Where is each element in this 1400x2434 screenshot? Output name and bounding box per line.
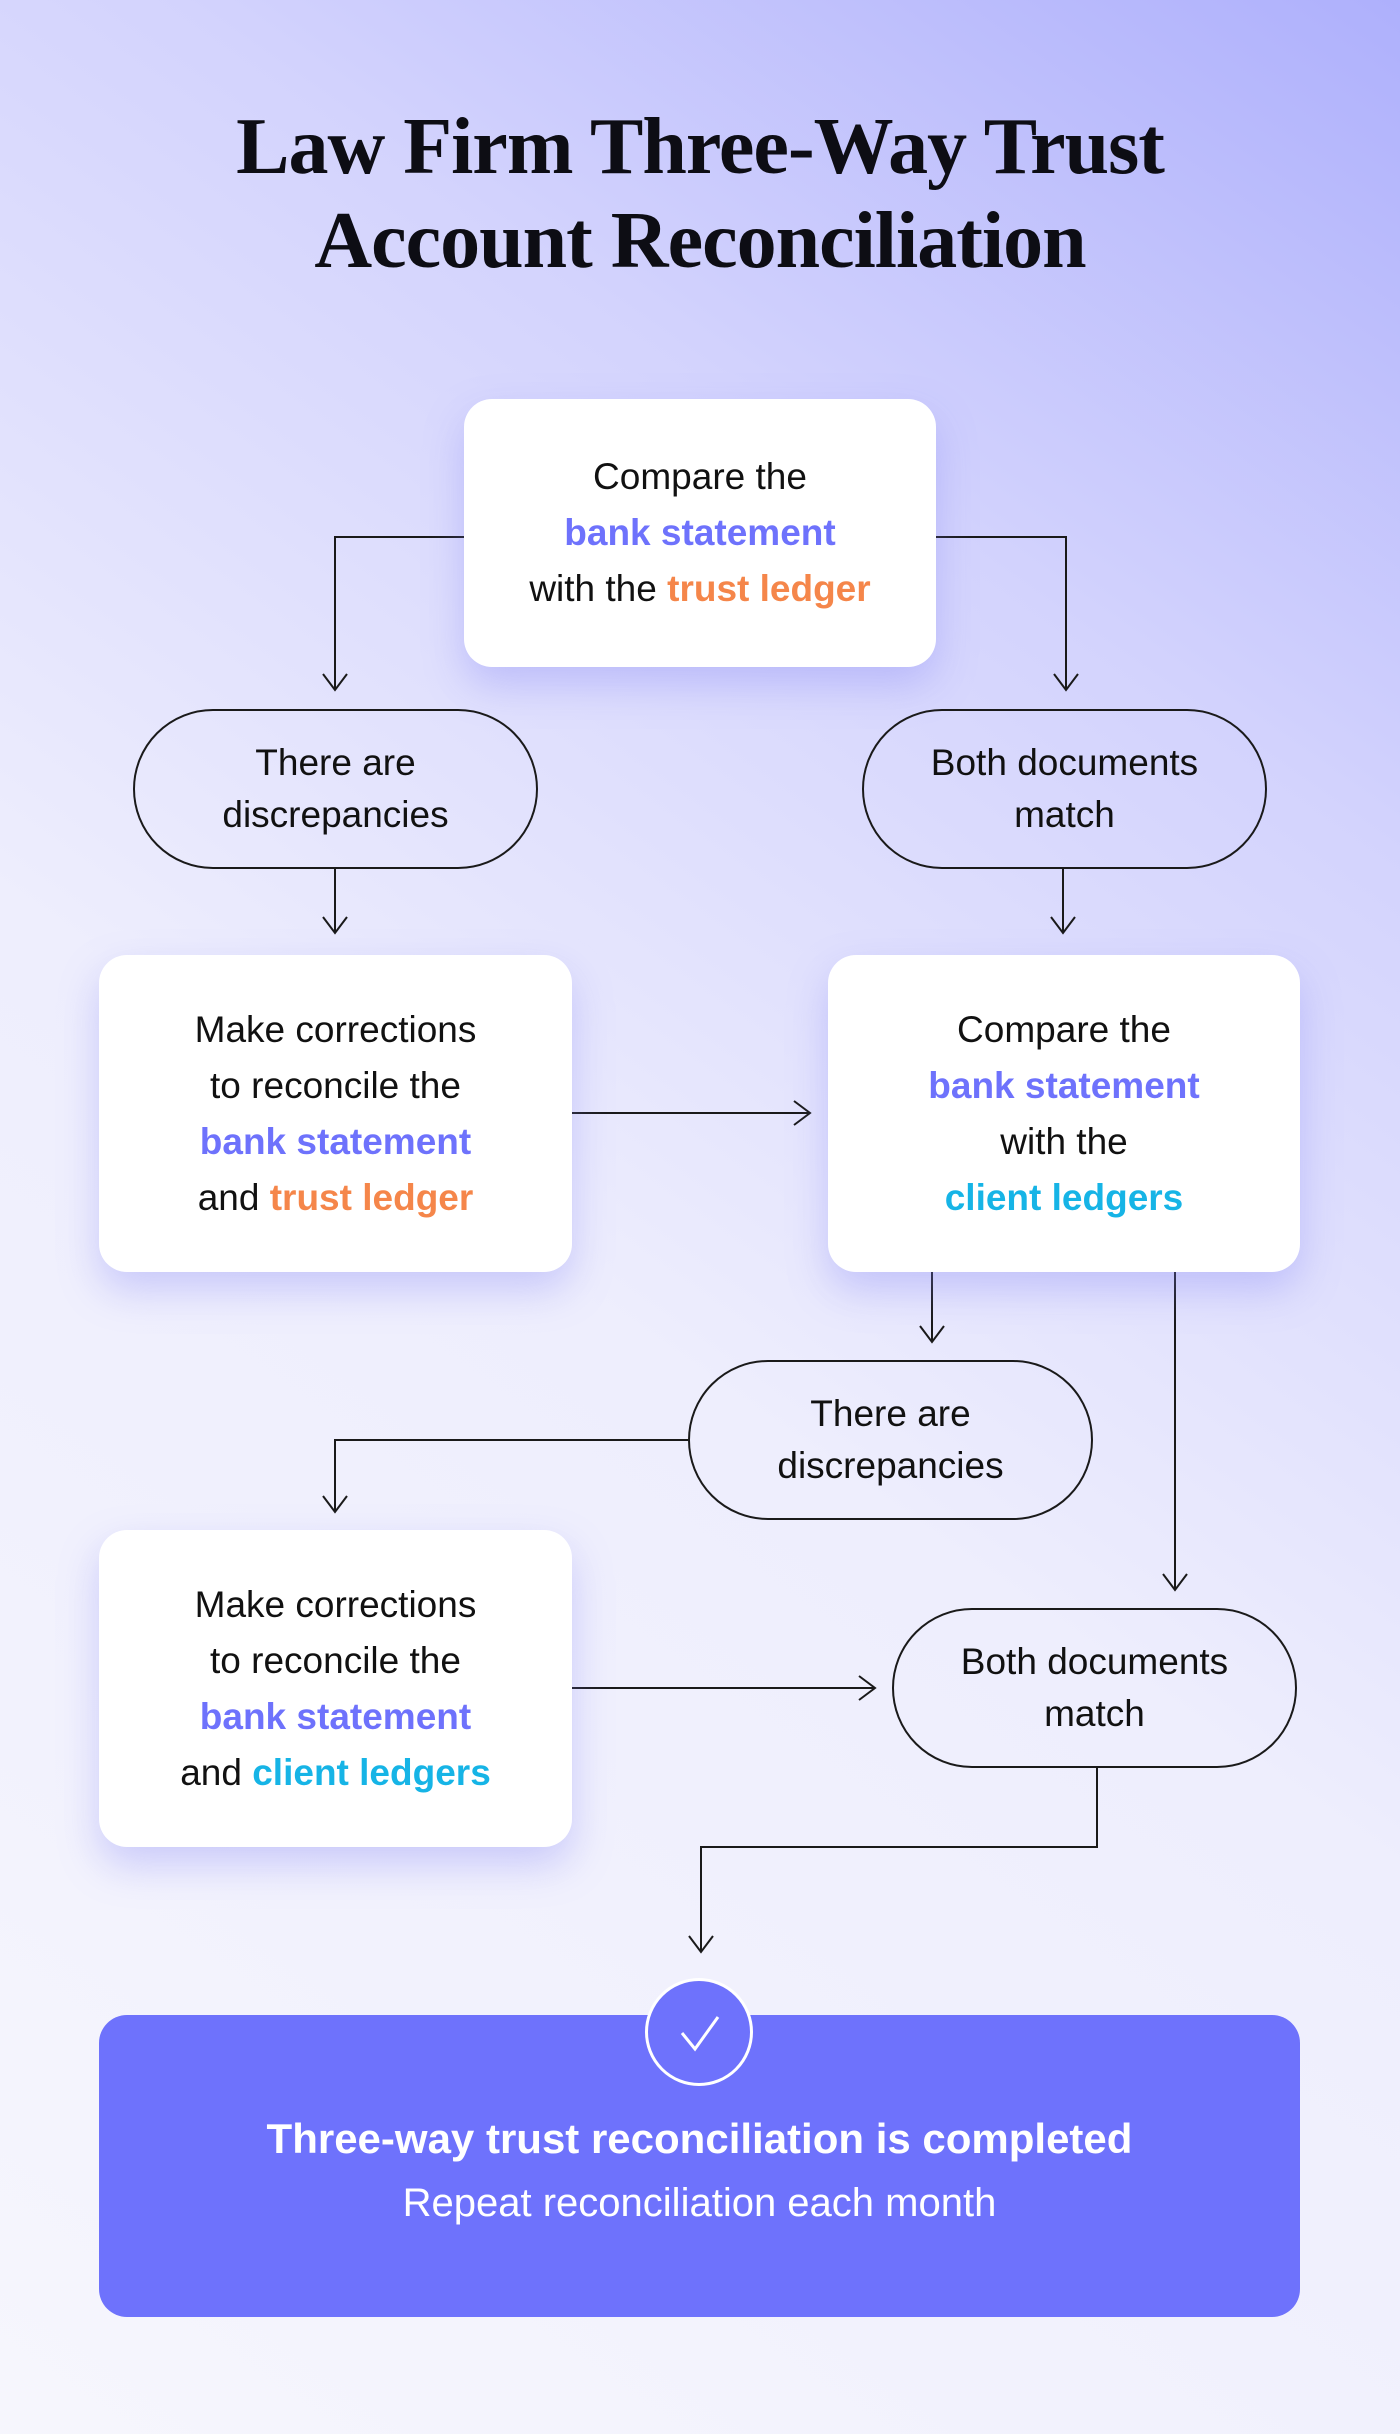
arrow-discrepancies-to-fix1	[322, 869, 348, 935]
text: discrepancies	[777, 1445, 1004, 1486]
arrow-step1-to-match	[936, 536, 1079, 692]
arrow-discrepancies-to-fix2	[322, 1439, 688, 1514]
client-ledgers-label: client ledgers	[944, 1176, 1184, 1218]
check-icon	[645, 1978, 753, 2086]
decision-match-1: Both documents match	[862, 709, 1267, 869]
decision-match-2: Both documents match	[892, 1608, 1297, 1768]
step-compare-bank-client: Compare the bank statement with the clie…	[828, 955, 1300, 1272]
decision-discrepancies-1: There are discrepancies	[133, 709, 538, 869]
text: There are	[255, 742, 416, 783]
step-fix-bank-trust: Make corrections to reconcile the bank s…	[99, 955, 572, 1272]
check-mark	[680, 2016, 720, 2052]
text: match	[1014, 794, 1115, 835]
arrow-match-to-step2	[1050, 869, 1076, 935]
arrow-fix1-to-step2	[572, 1100, 812, 1126]
bank-statement-label: bank statement	[928, 1064, 1200, 1106]
text: Compare the	[957, 1008, 1171, 1050]
text: and	[180, 1751, 253, 1793]
text: Make corrections	[194, 1008, 477, 1050]
final-subtitle: Repeat reconciliation each month	[402, 2181, 997, 2225]
bank-statement-label: bank statement	[564, 512, 836, 553]
text: Compare the	[593, 456, 807, 497]
step-compare-bank-trust: Compare the bank statement with the trus…	[464, 399, 936, 667]
text: Both documents	[930, 742, 1199, 783]
trust-ledger-label: trust ledger	[667, 568, 871, 609]
text: match	[1044, 1693, 1145, 1734]
client-ledgers-label: client ledgers	[252, 1751, 491, 1793]
text: with the	[1000, 1120, 1128, 1162]
arrow-step1-to-discrepancies	[322, 536, 464, 692]
text: to reconcile the	[210, 1064, 461, 1106]
bank-statement-label: bank statement	[199, 1120, 472, 1162]
final-title: Three-way trust reconciliation is comple…	[266, 2115, 1133, 2162]
text: There are	[810, 1393, 971, 1434]
text: Make corrections	[194, 1583, 477, 1625]
arrow-fix2-to-match	[572, 1675, 877, 1701]
arrow-step2-to-discrepancies	[919, 1272, 945, 1344]
step-fix-bank-client: Make corrections to reconcile the bank s…	[99, 1530, 572, 1847]
arrow-step2-to-match	[1162, 1272, 1188, 1592]
text: and	[197, 1176, 270, 1218]
bank-statement-label: bank statement	[199, 1695, 472, 1737]
decision-discrepancies-2: There are discrepancies	[688, 1360, 1093, 1520]
text: to reconcile the	[210, 1639, 461, 1681]
text: with the	[529, 568, 668, 609]
arrow-match-to-final	[688, 1768, 1098, 1954]
text: discrepancies	[222, 794, 449, 835]
trust-ledger-label: trust ledger	[269, 1176, 474, 1218]
text: Both documents	[960, 1641, 1229, 1682]
